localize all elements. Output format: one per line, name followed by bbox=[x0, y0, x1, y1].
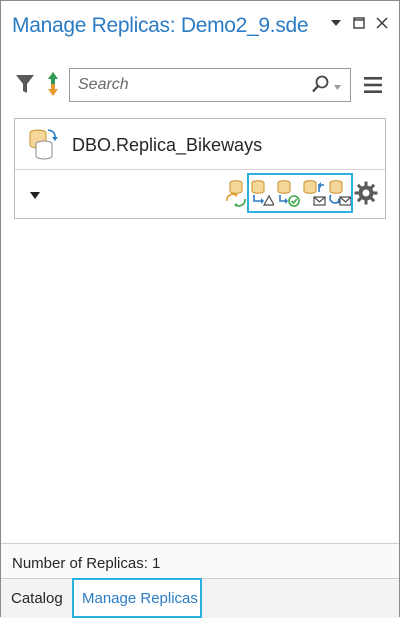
gear-icon[interactable] bbox=[353, 179, 379, 207]
manage-replicas-pane: Manage Replicas: Demo2_9.sde Search DBO.… bbox=[0, 0, 400, 618]
tab-catalog[interactable]: Catalog bbox=[11, 579, 63, 617]
sort-icon[interactable] bbox=[43, 71, 63, 97]
replica-actions-row bbox=[15, 170, 385, 218]
restore-icon[interactable] bbox=[352, 15, 366, 31]
search-box bbox=[69, 68, 351, 102]
close-icon[interactable] bbox=[375, 15, 389, 31]
search-input[interactable] bbox=[70, 69, 308, 101]
pane-title: Manage Replicas: Demo2_9.sde bbox=[12, 14, 309, 37]
search-options-arrow-icon bbox=[334, 77, 341, 95]
synchronize-changes-icon[interactable] bbox=[223, 178, 249, 208]
pane-tab-bar: Catalog Manage Replicas bbox=[1, 578, 399, 618]
dropdown-arrow-icon[interactable] bbox=[329, 15, 343, 31]
toolbar bbox=[1, 63, 399, 107]
tab-manage-replicas[interactable]: Manage Replicas bbox=[72, 578, 202, 618]
replica-name: DBO.Replica_Bikeways bbox=[72, 135, 263, 155]
status-bar: Number of Replicas: 1 bbox=[1, 543, 399, 579]
pane-title-bar: Manage Replicas: Demo2_9.sde bbox=[1, 1, 399, 53]
menu-icon[interactable] bbox=[363, 75, 383, 95]
re-export-unacknowledged-messages-icon[interactable] bbox=[301, 178, 327, 208]
window-controls bbox=[329, 15, 389, 31]
import-message-icon[interactable] bbox=[275, 178, 301, 208]
replica-card[interactable]: DBO.Replica_Bikeways bbox=[14, 118, 386, 219]
export-acknowledgment-message-icon[interactable] bbox=[327, 178, 353, 208]
replica-count: Number of Replicas: 1 bbox=[12, 555, 161, 572]
replica-header: DBO.Replica_Bikeways bbox=[15, 119, 385, 170]
export-data-changes-icon[interactable] bbox=[249, 178, 275, 208]
expand-arrow-icon[interactable] bbox=[29, 187, 41, 199]
search-icon bbox=[312, 75, 330, 98]
replica-action-icons bbox=[223, 178, 353, 208]
search-button[interactable] bbox=[312, 75, 341, 98]
replica-icon bbox=[27, 127, 59, 161]
filter-icon[interactable] bbox=[15, 71, 35, 97]
